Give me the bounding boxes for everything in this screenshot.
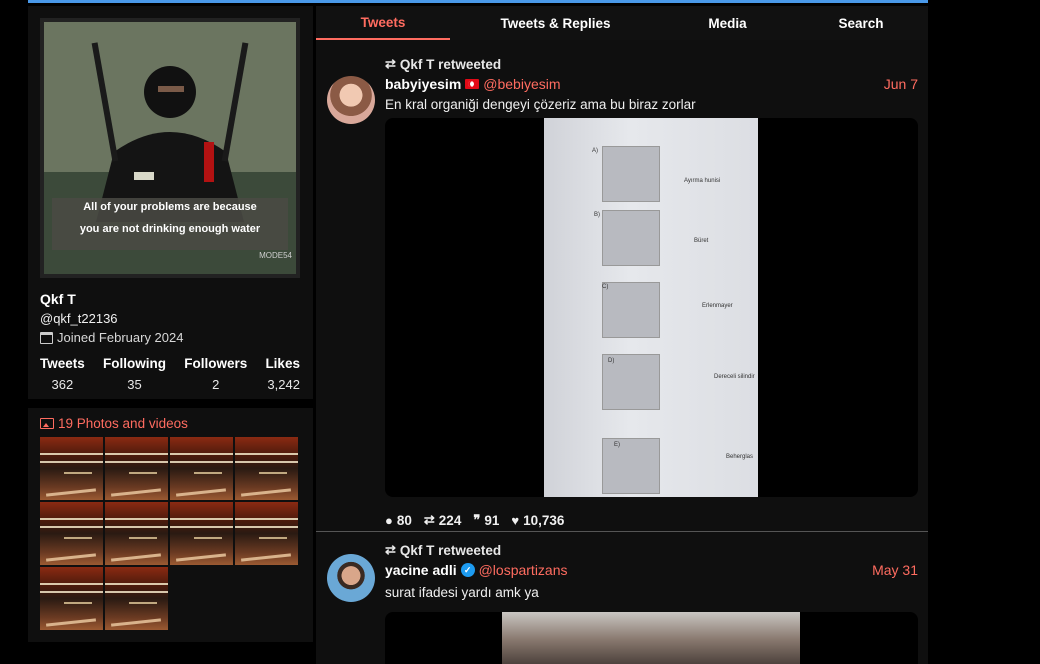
calendar-icon: [40, 331, 53, 344]
retweet-stat[interactable]: ⇄ 224: [424, 512, 461, 528]
stat-followers[interactable]: Followers 2: [184, 356, 247, 392]
quote-icon: ❞: [473, 512, 481, 527]
tab-tweets[interactable]: Tweets: [316, 6, 450, 40]
tweet-media[interactable]: [385, 612, 918, 664]
tweet-handle[interactable]: @lospartizans: [479, 562, 568, 578]
turkey-flag-icon: [465, 79, 480, 89]
stat-label: Following: [102, 356, 166, 371]
photo-thumbnail[interactable]: [40, 567, 103, 630]
stat-following[interactable]: Following 35: [103, 356, 166, 392]
photo-thumbnail[interactable]: [170, 437, 233, 500]
retweet-count: 224: [438, 512, 462, 528]
image-label: Erlenmayer: [702, 303, 733, 309]
image-label: C): [602, 284, 609, 290]
tweet-username[interactable]: babyiyesim: [385, 76, 461, 92]
stat-likes[interactable]: Likes 3,242: [265, 356, 300, 392]
stat-tweets[interactable]: Tweets 362: [40, 356, 85, 392]
tweet[interactable]: ⇄ Qkf T retweeted babyiyesim @bebiyesim …: [316, 51, 928, 532]
avatar[interactable]: [327, 554, 375, 602]
profile-card: All of your problems are because you are…: [28, 6, 313, 399]
photo-thumbnail[interactable]: [105, 502, 168, 565]
image-label: B): [594, 212, 600, 218]
photo-rail: 19 Photos and videos: [28, 408, 313, 642]
tweet[interactable]: ⇄ Qkf T retweeted yacine adli ✓ @lospart…: [316, 537, 928, 664]
banner-watermark: MODE54: [259, 251, 292, 260]
stat-value: 3,242: [267, 377, 300, 392]
profile-fullname[interactable]: Qkf T: [40, 291, 76, 307]
timeline-tabs: Tweets Tweets & Replies Media Search: [316, 6, 928, 40]
photo-thumbnail[interactable]: [40, 437, 103, 500]
photo-thumbnail[interactable]: [170, 502, 233, 565]
profile-handle[interactable]: @qkf_t22136: [40, 311, 118, 326]
retweet-icon: ⇄: [423, 512, 435, 527]
heart-icon: ♥: [511, 512, 520, 528]
image-label: D): [608, 358, 615, 364]
tweet-text: En kral organiği dengeyi çözeriz ama bu …: [385, 97, 696, 112]
tweet-text: surat ifadesi yardı amk ya: [385, 585, 539, 600]
photo-rail-grid: [40, 437, 298, 630]
quote-stat[interactable]: ❞ 91: [473, 512, 499, 528]
stat-value: 2: [212, 377, 220, 392]
photo-thumbnail[interactable]: [235, 502, 298, 565]
media-image: A) B) C) D) E) Ayırma hunisi Büret Erlen…: [544, 118, 758, 497]
photo-thumbnail[interactable]: [105, 567, 168, 630]
profile-banner[interactable]: All of your problems are because you are…: [40, 18, 300, 278]
profile-stats: Tweets 362 Following 35 Followers 2 Like…: [40, 356, 300, 392]
reply-stat[interactable]: ● 80: [385, 512, 412, 528]
tweet-date[interactable]: Jun 7: [884, 76, 918, 92]
image-label: A): [592, 148, 598, 154]
stat-value: 362: [51, 377, 74, 392]
retweet-label: Qkf T retweeted: [399, 542, 502, 558]
like-stat[interactable]: ♥ 10,736: [511, 512, 564, 528]
image-label: Büret: [694, 238, 709, 244]
tweet-media[interactable]: A) B) C) D) E) Ayırma hunisi Büret Erlen…: [385, 118, 918, 497]
retweet-label: Qkf T retweeted: [399, 56, 502, 72]
stat-value: 35: [127, 377, 142, 392]
tab-tweets-replies[interactable]: Tweets & Replies: [450, 6, 661, 40]
profile-joined: Joined February 2024: [40, 330, 183, 345]
image-icon: [40, 418, 54, 429]
photo-thumbnail[interactable]: [235, 437, 298, 500]
banner-caption-2: you are not drinking enough water: [80, 223, 261, 235]
top-accent-line: [28, 0, 928, 3]
reply-count: 80: [396, 512, 412, 528]
tweet-user: babyiyesim @bebiyesim: [385, 76, 561, 92]
photo-rail-title[interactable]: 19 Photos and videos: [40, 416, 188, 431]
banner-caption-1: All of your problems are because: [83, 201, 257, 213]
retweet-header: ⇄ Qkf T retweeted: [385, 56, 501, 72]
tweet-date[interactable]: May 31: [872, 562, 918, 578]
image-label: E): [614, 442, 620, 448]
stat-label: Tweets: [40, 356, 85, 371]
avatar[interactable]: [327, 76, 375, 124]
media-image: [502, 612, 800, 664]
tweet-username[interactable]: yacine adli: [385, 562, 457, 578]
stat-label: Followers: [184, 356, 248, 371]
banner-image: All of your problems are because you are…: [44, 22, 296, 274]
like-count: 10,736: [523, 512, 565, 528]
comment-icon: ●: [385, 512, 393, 528]
tweet-actions: ● 80 ⇄ 224 ❞ 91 ♥ 10,736: [385, 512, 564, 528]
tweet-handle[interactable]: @bebiyesim: [483, 76, 560, 92]
image-label: Dereceli silindir: [714, 374, 755, 380]
retweet-icon: ⇄: [385, 56, 396, 71]
photo-thumbnail[interactable]: [105, 437, 168, 500]
verified-badge-icon: ✓: [460, 563, 475, 577]
tab-search[interactable]: Search: [794, 6, 928, 40]
tab-media[interactable]: Media: [661, 6, 794, 40]
photo-rail-title-text: 19 Photos and videos: [58, 416, 188, 431]
image-label: Beherglas: [726, 454, 754, 460]
tweet-user: yacine adli ✓ @lospartizans: [385, 562, 568, 578]
retweet-header: ⇄ Qkf T retweeted: [385, 542, 501, 558]
stat-label: Likes: [265, 356, 300, 371]
profile-joined-text: Joined February 2024: [57, 330, 184, 345]
quote-count: 91: [484, 512, 500, 528]
retweet-icon: ⇄: [385, 542, 396, 557]
timeline: Tweets Tweets & Replies Media Search ⇄ Q…: [316, 6, 928, 664]
photo-thumbnail[interactable]: [40, 502, 103, 565]
image-label: Ayırma hunisi: [684, 178, 721, 184]
